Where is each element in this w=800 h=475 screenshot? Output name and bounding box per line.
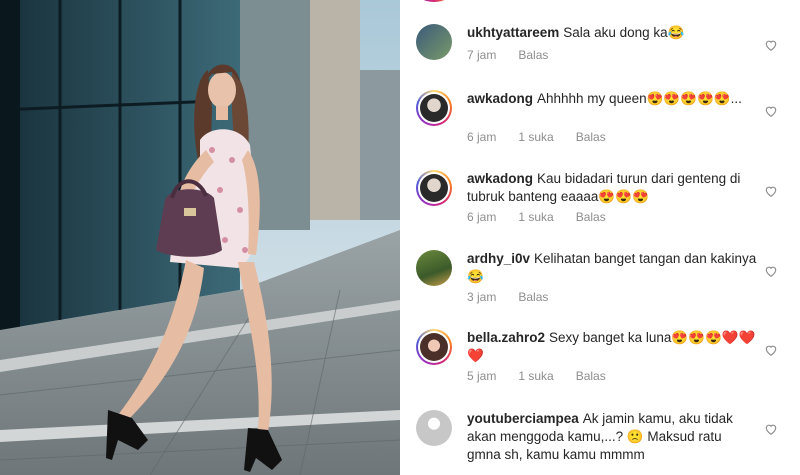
comment-time: 3 jam bbox=[467, 290, 497, 304]
comment-text: Sala aku dong ka😂 bbox=[563, 25, 685, 40]
avatar[interactable] bbox=[416, 329, 452, 365]
comments-panel: ukhtyattareem Sala aku dong ka😂 7 jam Bala… bbox=[400, 0, 800, 475]
avatar[interactable] bbox=[416, 410, 452, 446]
reply-button[interactable]: Balas bbox=[518, 48, 548, 62]
comment-username[interactable]: ardhy_i0v bbox=[467, 251, 530, 266]
like-heart-icon[interactable] bbox=[764, 38, 778, 52]
comment-username[interactable]: bella.zahro2 bbox=[467, 330, 545, 345]
comment-time: 5 jam bbox=[467, 369, 497, 383]
reply-button[interactable]: Balas bbox=[576, 130, 606, 144]
like-heart-icon[interactable] bbox=[764, 343, 778, 357]
avatar[interactable] bbox=[416, 24, 452, 60]
comment-username[interactable]: awkadong bbox=[467, 91, 533, 106]
comment-text: Ahhhhh my queen😍😍😍😍😍... bbox=[537, 91, 742, 106]
comment-username[interactable]: awkadong bbox=[467, 171, 533, 186]
reply-button[interactable]: Balas bbox=[518, 290, 548, 304]
partial-avatar bbox=[416, 0, 452, 2]
comment-username[interactable]: youtuberciampea bbox=[467, 411, 579, 426]
reply-button[interactable]: Balas bbox=[576, 369, 606, 383]
comment-likes[interactable]: 1 suka bbox=[518, 130, 553, 144]
comment-time: 6 jam bbox=[467, 130, 497, 144]
avatar[interactable] bbox=[416, 90, 452, 126]
comment-likes[interactable]: 1 suka bbox=[518, 210, 553, 224]
comment-time: 7 jam bbox=[467, 48, 497, 62]
reply-button[interactable]: Balas bbox=[576, 210, 606, 224]
avatar[interactable] bbox=[416, 250, 452, 286]
comment-likes[interactable]: 1 suka bbox=[518, 369, 553, 383]
avatar[interactable] bbox=[416, 170, 452, 206]
like-heart-icon[interactable] bbox=[764, 184, 778, 198]
like-heart-icon[interactable] bbox=[764, 104, 778, 118]
comment-time: 6 jam bbox=[467, 210, 497, 224]
like-heart-icon[interactable] bbox=[764, 264, 778, 278]
like-heart-icon[interactable] bbox=[764, 422, 778, 436]
comment-username[interactable]: ukhtyattareem bbox=[467, 25, 559, 40]
post-photo bbox=[0, 0, 400, 475]
